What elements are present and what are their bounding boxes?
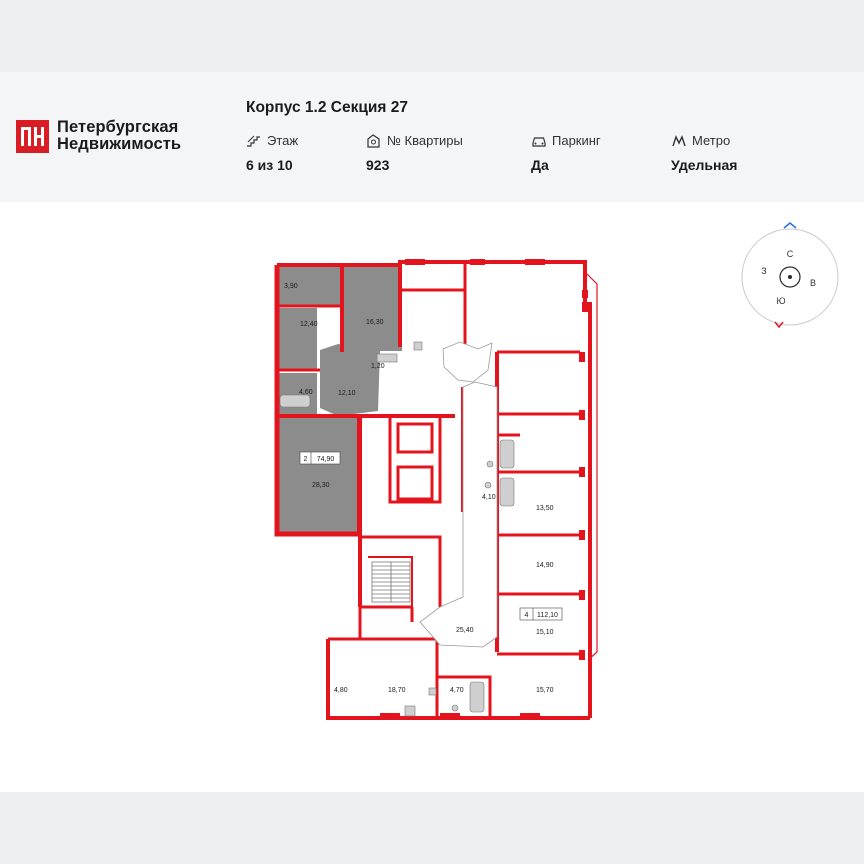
compass-north: С	[787, 249, 794, 259]
north-marker-icon	[783, 222, 797, 229]
highlighted-rooms-count: 2	[304, 456, 308, 463]
metro-value: Удельная	[671, 157, 738, 173]
info-floor: Этаж 6 из 10	[246, 133, 298, 173]
room-label: 14,90	[536, 562, 554, 569]
apartment-number-label: № Квартиры	[387, 133, 463, 148]
room-label: 3,90	[284, 283, 298, 290]
apartment-badge-highlighted: 2 74,90	[299, 451, 341, 465]
metro-label: Метро	[692, 133, 731, 148]
room-label: 15,10	[536, 629, 554, 636]
room-label: 4,70	[450, 687, 464, 694]
room-label: 13,50	[536, 505, 554, 512]
room-label: 18,70	[388, 687, 406, 694]
room-label: 12,10	[338, 390, 356, 397]
top-band	[0, 0, 864, 72]
brand-name: Петербургская Недвижимость	[57, 119, 181, 153]
room-label: 12,40	[300, 321, 318, 328]
header-panel: Петербургская Недвижимость Корпус 1.2 Се…	[0, 72, 864, 202]
info-parking: Паркинг Да	[531, 133, 601, 173]
room-label: 4,60	[299, 389, 313, 396]
info-apartment: № Квартиры 923	[366, 133, 463, 173]
parking-value: Да	[531, 157, 549, 173]
brand-logo[interactable]: Петербургская Недвижимость	[16, 119, 181, 153]
room-label: 28,30	[312, 482, 330, 489]
metro-icon	[672, 134, 686, 146]
stairs-icon	[247, 135, 260, 147]
floor-plan: С В Ю З 2 74,90 4 112,10 3,90 12,40 16,3…	[274, 222, 839, 720]
apartment-number-value: 923	[366, 157, 390, 173]
compass-south: Ю	[776, 296, 785, 306]
compass-west: З	[761, 266, 766, 276]
floor-plan-area: С В Ю З 2 74,90 4 112,10 3,90 12,40 16,3…	[0, 202, 864, 792]
floor-value: 6 из 10	[246, 157, 293, 173]
key-icon	[367, 133, 380, 148]
room-label: 1,20	[371, 363, 385, 370]
compass-east: В	[810, 278, 816, 288]
floor-label: Этаж	[267, 133, 299, 148]
apartment-badge-other: 4 112,10	[519, 607, 563, 621]
page-title: Корпус 1.2 Секция 27	[246, 99, 408, 116]
compass: С В Ю З	[741, 222, 839, 329]
room-label: 15,70	[536, 687, 554, 694]
info-metro: Метро Удельная	[671, 133, 737, 173]
room-label: 16,30	[366, 319, 384, 326]
brand-name-line2: Недвижимость	[57, 135, 182, 153]
car-icon	[532, 136, 546, 147]
room-label: 4,10	[482, 494, 496, 501]
other-rooms-count: 4	[525, 612, 529, 619]
room-label: 25,40	[456, 627, 474, 634]
south-marker-icon	[774, 321, 784, 329]
highlighted-total-area: 74,90	[317, 456, 335, 463]
other-total-area: 112,10	[537, 612, 558, 619]
staircase	[371, 561, 411, 603]
logo-mark-icon	[16, 119, 49, 153]
parking-label: Паркинг	[552, 133, 601, 148]
room-label: 4,80	[334, 687, 348, 694]
bottom-band	[0, 792, 864, 864]
brand-name-line1: Петербургская	[57, 118, 179, 136]
